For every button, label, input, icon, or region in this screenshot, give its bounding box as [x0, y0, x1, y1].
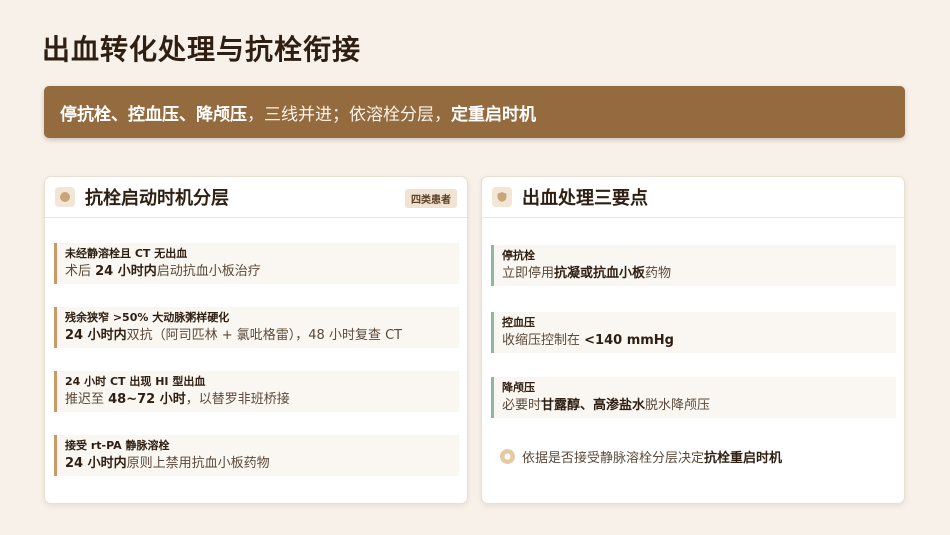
- item-heading: 残余狭窄 >50% 大动脉粥样硬化: [65, 311, 230, 324]
- list-item: 未经静溶栓且 CT 无出血 术后 24 小时内启动抗血小板治疗: [54, 243, 459, 284]
- card-header: 出血处理三要点: [482, 177, 904, 218]
- item-heading: 控血压: [502, 316, 535, 329]
- list-item: 降颅压 必要时甘露醇、高渗盐水脱水降颅压: [491, 377, 896, 418]
- decision-note: 依据是否接受静脉溶栓分层决定 抗栓重启时机: [500, 447, 782, 466]
- list-item: 控血压 收缩压控制在 <140 mmHg: [491, 312, 896, 353]
- list-item: 残余狭窄 >50% 大动脉粥样硬化 24 小时内双抗（阿司匹林 + 氯吡格雷），…: [54, 307, 459, 348]
- item-heading: 未经静溶栓且 CT 无出血: [65, 247, 188, 260]
- item-heading: 停抗栓: [502, 249, 535, 262]
- list-item: 24 小时 CT 出现 HI 型出血 推迟至 48~72 小时，以替罗非班桥接: [54, 371, 459, 412]
- note-text: 依据是否接受静脉溶栓分层决定: [522, 451, 705, 466]
- item-detail: 术后 24 小时内启动抗血小板治疗: [65, 264, 261, 279]
- list-item: 停抗栓 立即停用抗凝或抗血小板药物: [491, 245, 896, 286]
- summary-banner: 停抗栓、控血压、降颅压 ，三线并进；依溶栓分层， 定重启时机: [44, 86, 905, 138]
- item-detail: 必要时甘露醇、高渗盐水脱水降颅压: [502, 398, 711, 413]
- card-title: 出血处理三要点: [522, 188, 648, 209]
- item-detail: 收缩压控制在 <140 mmHg: [502, 333, 674, 348]
- shield-icon: [492, 187, 512, 207]
- item-heading: 接受 rt-PA 静脉溶栓: [65, 439, 170, 452]
- card-header: 抗栓启动时机分层 四类患者: [45, 177, 467, 218]
- page-title: 出血转化处理与抗栓衔接: [42, 33, 362, 66]
- list-item: 接受 rt-PA 静脉溶栓 24 小时内原则上禁用抗血小板药物: [54, 435, 459, 476]
- layers-icon: [55, 187, 75, 207]
- item-detail: 推迟至 48~72 小时，以替罗非班桥接: [65, 392, 290, 407]
- hemorrhage-management-card: 出血处理三要点 停抗栓 立即停用抗凝或抗血小板药物 控血压 收缩压控制在 <14…: [481, 176, 905, 504]
- antithrombotic-timing-card: 抗栓启动时机分层 四类患者 未经静溶栓且 CT 无出血 术后 24 小时内启动抗…: [44, 176, 468, 504]
- banner-key-actions: 停抗栓、控血压、降颅压: [60, 104, 247, 125]
- item-detail: 立即停用抗凝或抗血小板药物: [502, 266, 672, 281]
- item-heading: 降颅压: [502, 381, 535, 394]
- info-icon: [500, 449, 515, 464]
- item-detail: 24 小时内双抗（阿司匹林 + 氯吡格雷），48 小时复查 CT: [65, 328, 403, 343]
- card-title: 抗栓启动时机分层: [85, 188, 229, 209]
- item-detail: 24 小时内原则上禁用抗血小板药物: [65, 456, 270, 471]
- note-key: 抗栓重启时机: [704, 451, 783, 466]
- item-heading: 24 小时 CT 出现 HI 型出血: [65, 375, 206, 388]
- patient-count-badge: 四类患者: [405, 189, 457, 208]
- banner-key-timing: 定重启时机: [451, 104, 536, 125]
- banner-text: ，三线并进；依溶栓分层，: [247, 104, 451, 125]
